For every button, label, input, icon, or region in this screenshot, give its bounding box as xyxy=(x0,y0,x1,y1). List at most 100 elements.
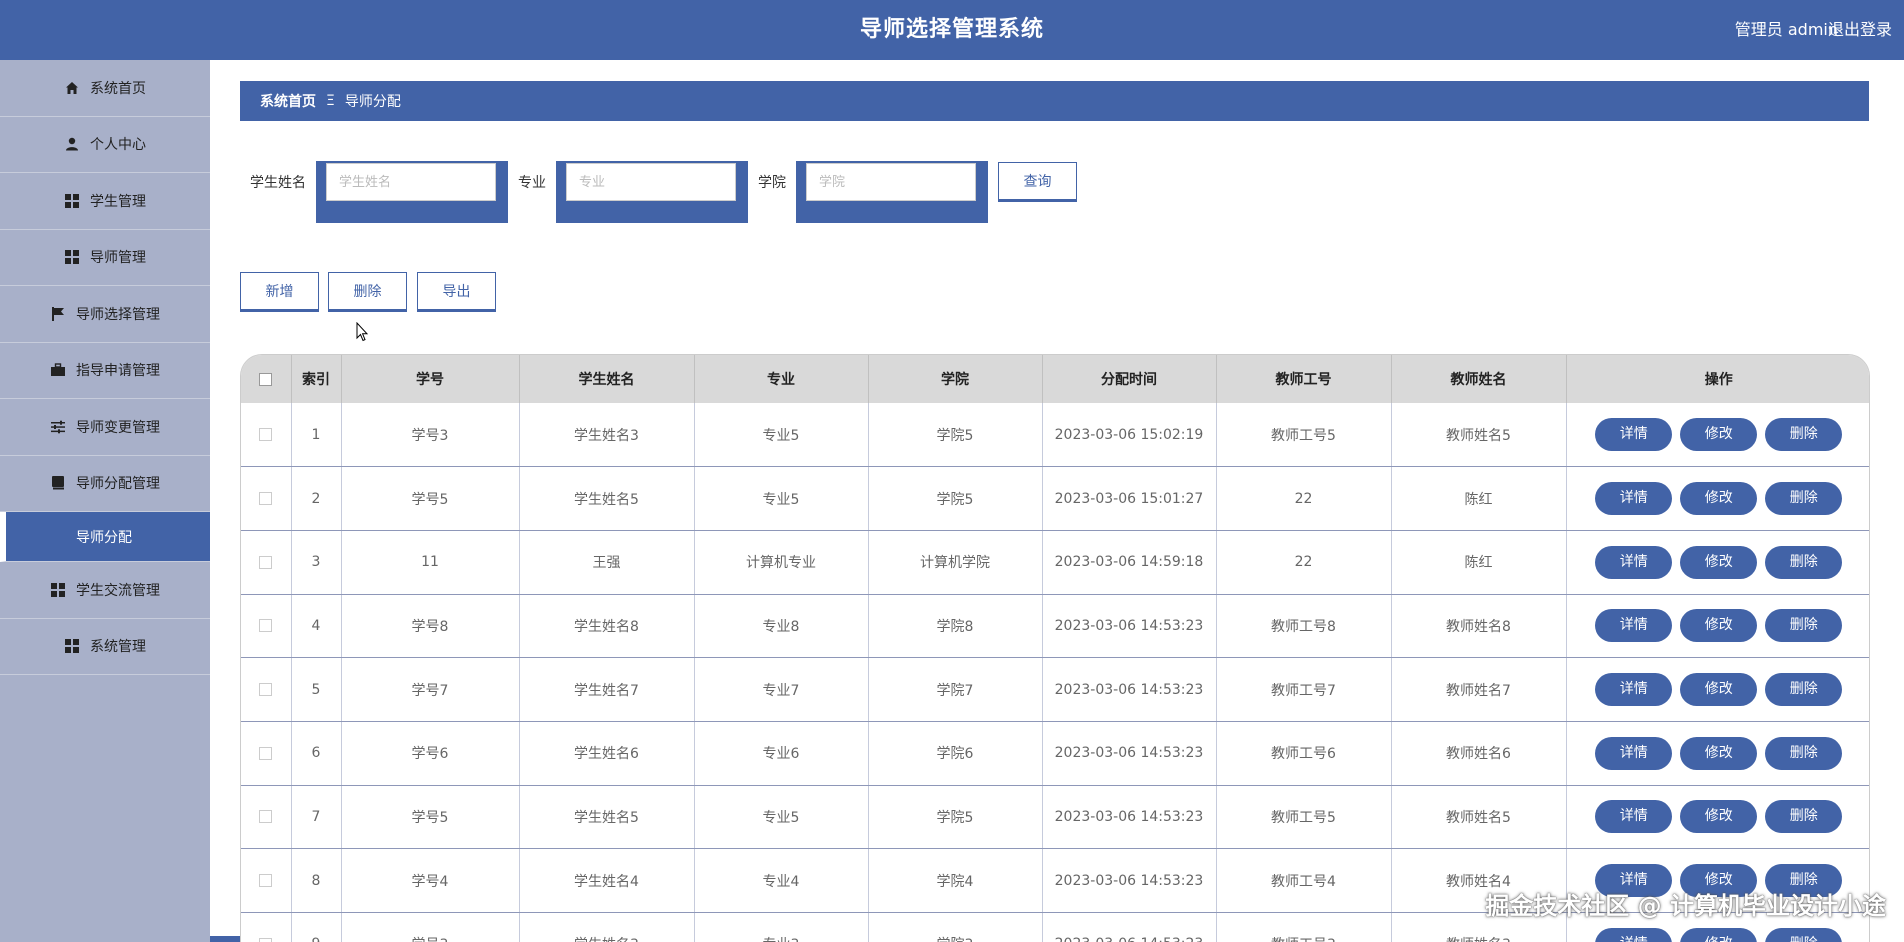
book-icon xyxy=(50,475,66,491)
sidebar-item-system[interactable]: 系统管理 xyxy=(0,619,210,675)
edit-button[interactable]: 修改 xyxy=(1680,482,1758,516)
delete-button[interactable]: 删除 xyxy=(1765,482,1843,516)
sliders-icon xyxy=(50,419,66,435)
table-cell: 教师姓名7 xyxy=(1391,657,1567,722)
table-cell: 教师工号6 xyxy=(1216,721,1392,786)
sidebar-item-label: 导师分配管理 xyxy=(76,476,160,493)
edit-button[interactable]: 修改 xyxy=(1680,673,1758,707)
export-button[interactable]: 导出 xyxy=(417,272,496,312)
table-cell: 计算机专业 xyxy=(694,530,869,595)
table-cell: 6 xyxy=(291,721,342,786)
breadcrumb: 系统首页 Ξ 导师分配 xyxy=(240,81,1869,121)
row-checkbox[interactable] xyxy=(259,619,273,633)
sidebar-item-label: 学生交流管理 xyxy=(76,582,160,599)
table-cell: 专业3 xyxy=(694,912,869,942)
table-cell: 专业5 xyxy=(694,403,869,468)
detail-button[interactable]: 详情 xyxy=(1595,800,1673,834)
briefcase-icon xyxy=(50,362,66,378)
table-cell: 8 xyxy=(291,848,342,913)
edit-button[interactable]: 修改 xyxy=(1680,927,1758,942)
edit-button[interactable]: 修改 xyxy=(1680,800,1758,834)
detail-button[interactable]: 详情 xyxy=(1595,482,1673,516)
row-select-cell xyxy=(241,466,292,531)
table-cell: 学生姓名5 xyxy=(519,466,695,531)
query-button[interactable]: 查询 xyxy=(998,162,1077,202)
sidebar-item-tutor-assignment[interactable]: 导师分配 xyxy=(0,512,210,562)
delete-button[interactable]: 删除 xyxy=(1765,736,1843,770)
select-all-checkbox[interactable] xyxy=(259,372,273,386)
add-button[interactable]: 新增 xyxy=(240,272,319,312)
table-row: 2 学号5 学生姓名5 专业5 学院5 2023-03-06 15:01:27 22 陈红 详情… xyxy=(241,466,1869,531)
current-user: 管理员 admin xyxy=(1734,20,1838,39)
breadcrumb-home[interactable]: 系统首页 xyxy=(260,91,316,111)
delete-button[interactable]: 删除 xyxy=(1765,927,1843,942)
breadcrumb-separator: Ξ xyxy=(326,93,335,109)
table-cell: 学院8 xyxy=(868,594,1043,659)
row-checkbox[interactable] xyxy=(259,555,273,569)
table-cell: 学生姓名3 xyxy=(519,403,695,468)
table-cell: 学院5 xyxy=(868,466,1043,531)
table-cell: 学院4 xyxy=(868,848,1043,913)
row-checkbox[interactable] xyxy=(259,874,273,888)
row-checkbox[interactable] xyxy=(259,810,273,824)
flag-icon xyxy=(50,306,66,322)
sidebar-item-students[interactable]: 学生管理 xyxy=(0,173,210,230)
edit-button[interactable]: 修改 xyxy=(1680,418,1758,452)
detail-button[interactable]: 详情 xyxy=(1595,609,1673,643)
table-cell: 专业5 xyxy=(694,466,869,531)
column-header: 学生姓名 xyxy=(519,355,695,403)
sidebar-item-label: 系统首页 xyxy=(90,80,146,97)
table-cell: 教师姓名5 xyxy=(1391,785,1567,850)
table-cell: 专业8 xyxy=(694,594,869,659)
delete-button[interactable]: 删除 xyxy=(1765,800,1843,834)
table-cell: 2023-03-06 14:59:18 xyxy=(1042,530,1217,595)
table-cell: 学生姓名4 xyxy=(519,848,695,913)
major-input[interactable] xyxy=(566,163,736,201)
table-cell: 学号3 xyxy=(341,403,520,468)
college-label: 学院 xyxy=(758,175,786,191)
sidebar-item-tutors[interactable]: 导师管理 xyxy=(0,230,210,286)
sidebar-item-tutor-change[interactable]: 导师变更管理 xyxy=(0,399,210,456)
row-checkbox[interactable] xyxy=(259,428,273,442)
edit-button[interactable]: 修改 xyxy=(1680,609,1758,643)
sidebar-item-tutor-selection[interactable]: 导师选择管理 xyxy=(0,286,210,343)
table-cell: 学生姓名5 xyxy=(519,785,695,850)
delete-button[interactable]: 删除 xyxy=(1765,545,1843,579)
sidebar-item-tutor-assignment-mgmt[interactable]: 导师分配管理 xyxy=(0,456,210,512)
row-checkbox[interactable] xyxy=(259,937,273,942)
student-name-input[interactable] xyxy=(326,163,496,201)
row-checkbox[interactable] xyxy=(259,683,273,697)
delete-button[interactable]: 删除 xyxy=(1765,418,1843,452)
row-actions: 详情修改删除 xyxy=(1566,466,1869,531)
sidebar-item-guidance-application[interactable]: 指导申请管理 xyxy=(0,343,210,399)
column-header: 学号 xyxy=(341,355,520,403)
delete-button[interactable]: 删除 xyxy=(1765,673,1843,707)
table-cell: 学生姓名3 xyxy=(519,912,695,942)
sidebar-item-home[interactable]: 系统首页 xyxy=(0,60,210,117)
detail-button[interactable]: 详情 xyxy=(1595,736,1673,770)
row-checkbox[interactable] xyxy=(259,492,273,506)
detail-button[interactable]: 详情 xyxy=(1595,673,1673,707)
table-row: 3 11 王强 计算机专业 计算机学院 2023-03-06 14:59:18 22 陈红 详情… xyxy=(241,530,1869,595)
select-all-cell xyxy=(241,355,292,403)
college-input[interactable] xyxy=(806,163,976,201)
batch-delete-button[interactable]: 删除 xyxy=(328,272,407,312)
table-cell: 学号4 xyxy=(341,848,520,913)
table-cell: 专业7 xyxy=(694,657,869,722)
table-cell: 教师工号3 xyxy=(1216,912,1392,942)
edit-button[interactable]: 修改 xyxy=(1680,736,1758,770)
delete-button[interactable]: 删除 xyxy=(1765,609,1843,643)
edit-button[interactable]: 修改 xyxy=(1680,545,1758,579)
table-row: 4 学号8 学生姓名8 专业8 学院8 2023-03-06 14:53:23 教师工号8 教… xyxy=(241,594,1869,659)
logout-link[interactable]: 退出登录 xyxy=(1828,0,1892,60)
sidebar-item-label: 导师变更管理 xyxy=(76,419,160,436)
row-checkbox[interactable] xyxy=(259,746,273,760)
sidebar-item-student-exchange[interactable]: 学生交流管理 xyxy=(0,562,210,619)
detail-button[interactable]: 详情 xyxy=(1595,927,1673,942)
table-body: 1 学号3 学生姓名3 专业5 学院5 2023-03-06 15:02:19 教师工号5 教… xyxy=(241,403,1869,942)
table-cell: 学院3 xyxy=(868,912,1043,942)
detail-button[interactable]: 详情 xyxy=(1595,418,1673,452)
sidebar-item-label: 个人中心 xyxy=(90,137,146,154)
detail-button[interactable]: 详情 xyxy=(1595,545,1673,579)
sidebar-item-profile[interactable]: 个人中心 xyxy=(0,117,210,173)
